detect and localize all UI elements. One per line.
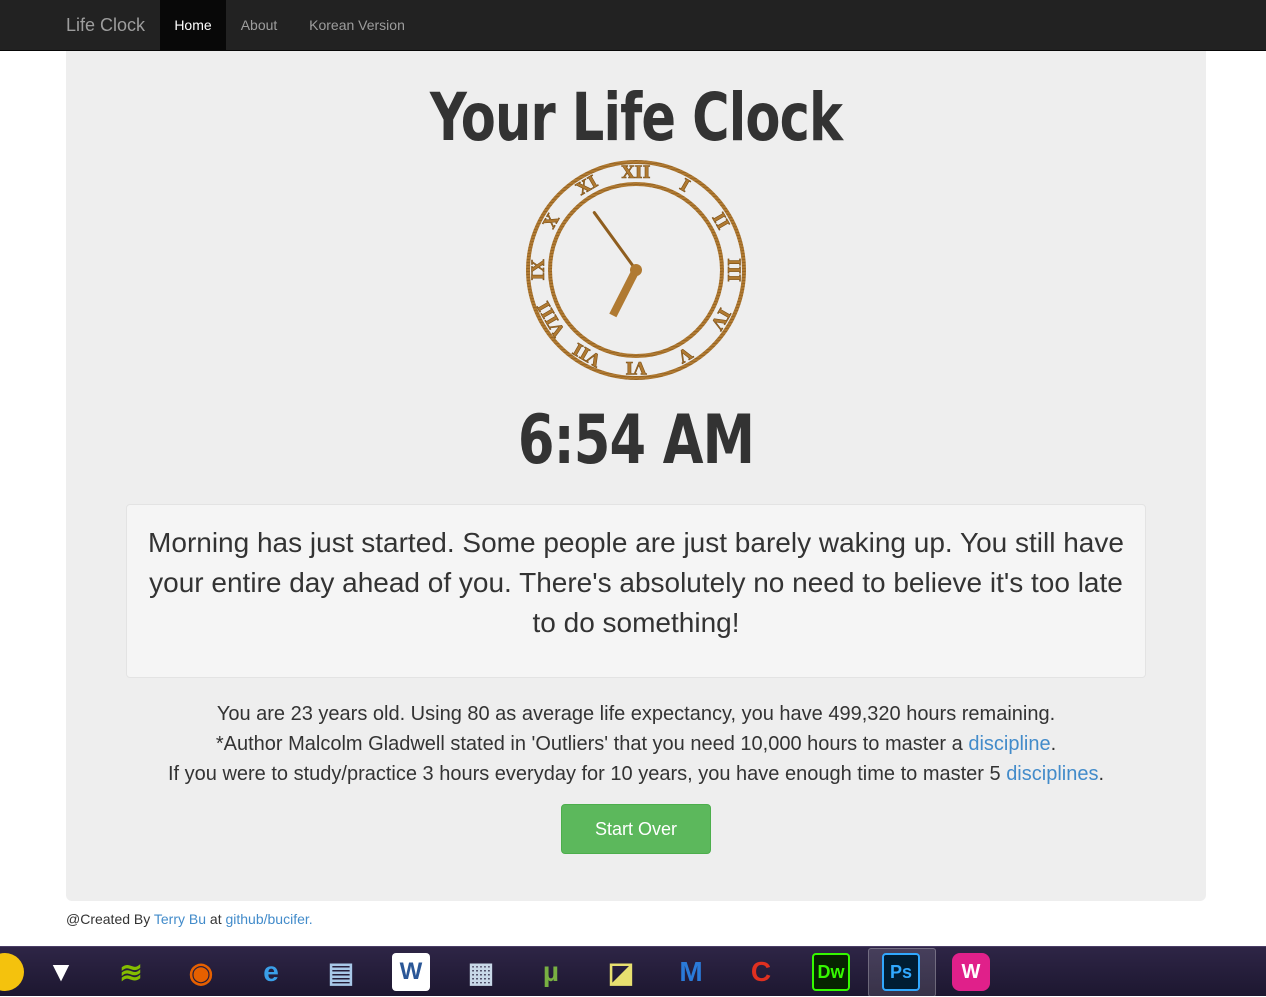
navbar-brand[interactable]: Life Clock	[66, 0, 145, 51]
clock-hour-hand	[609, 268, 640, 318]
clock-numeral: XI	[573, 172, 601, 200]
windows-taskbar: ▼ ≋ ◉ e ▤ W ▦ µ ◪ M C Dw Ps W	[0, 946, 1266, 997]
clock-numeral: XII	[621, 163, 650, 183]
life-message: Morning has just started. Some people ar…	[148, 527, 1124, 638]
wamp-icon[interactable]: W	[952, 953, 990, 991]
nav-korean-version[interactable]: Korean Version	[292, 0, 422, 51]
clock-numeral: IV	[706, 304, 734, 333]
clock-numeral: IX	[529, 259, 549, 281]
foobar-fox-icon[interactable]: ▼	[42, 953, 80, 991]
clock-numeral: VII	[570, 338, 606, 370]
malwarebytes-icon[interactable]: M	[672, 953, 710, 991]
info-line-gladwell-period: .	[1050, 733, 1057, 755]
dreamweaver-icon[interactable]: Dw	[812, 953, 850, 991]
page-title: Your Life Clock	[429, 79, 843, 156]
clock-center-pin	[630, 264, 642, 276]
nav-about[interactable]: About	[226, 0, 292, 51]
life-info: You are 23 years old. Using 80 as averag…	[66, 699, 1206, 789]
clock-minute-hand	[592, 211, 638, 272]
navbar: Life Clock Home About Korean Version	[0, 0, 1266, 51]
author-link[interactable]: Terry Bu	[154, 911, 206, 927]
chrome-icon[interactable]	[0, 953, 24, 991]
nav-home[interactable]: Home	[160, 0, 226, 51]
internet-explorer-icon[interactable]: e	[252, 953, 290, 991]
utorrent-icon[interactable]: µ	[532, 953, 570, 991]
github-link[interactable]: github/bucifer.	[225, 911, 312, 927]
firefox-icon[interactable]: ◉	[182, 953, 220, 991]
clock-icon: XII I II III IV V VI VII VIII IX X XI	[525, 159, 747, 381]
clock-numeral: VI	[625, 357, 647, 377]
info-line-hours: You are 23 years old. Using 80 as averag…	[216, 703, 1056, 725]
message-box: Morning has just started. Some people ar…	[126, 504, 1146, 678]
info-line-gladwell: *Author Malcolm Gladwell stated in 'Outl…	[66, 729, 1206, 759]
notepad-icon[interactable]: ▤	[322, 953, 360, 991]
current-life-time: 6:54 AM	[517, 401, 755, 480]
jumbotron: Your Life Clock XII I II III IV V VI VII VIII IX X…	[66, 51, 1206, 901]
sticky-notes-icon[interactable]: ◪	[602, 953, 640, 991]
word-icon[interactable]: W	[392, 953, 430, 991]
footer-middle: at	[206, 911, 226, 927]
info-line-disciplines-period: .	[1098, 763, 1105, 785]
discipline-link[interactable]: discipline	[968, 733, 1050, 755]
photoshop-icon[interactable]: Ps	[882, 953, 920, 991]
footer-prefix: @Created By	[66, 911, 154, 927]
spotify-icon[interactable]: ≋	[112, 953, 150, 991]
ccleaner-icon[interactable]: C	[742, 953, 780, 991]
footer: @Created By Terry Bu at github/bucifer.	[66, 911, 313, 927]
clock-numeral: I	[676, 175, 693, 196]
calculator-icon[interactable]: ▦	[462, 953, 500, 991]
clock-numeral: III	[723, 258, 743, 282]
info-line-gladwell-text: *Author Malcolm Gladwell stated in 'Outl…	[215, 733, 969, 755]
info-line-disciplines: If you were to study/practice 3 hours ev…	[66, 759, 1206, 789]
disciplines-link[interactable]: disciplines	[1006, 763, 1098, 785]
info-line-disciplines-text: If you were to study/practice 3 hours ev…	[167, 763, 1007, 785]
start-over-button[interactable]: Start Over	[561, 804, 711, 854]
